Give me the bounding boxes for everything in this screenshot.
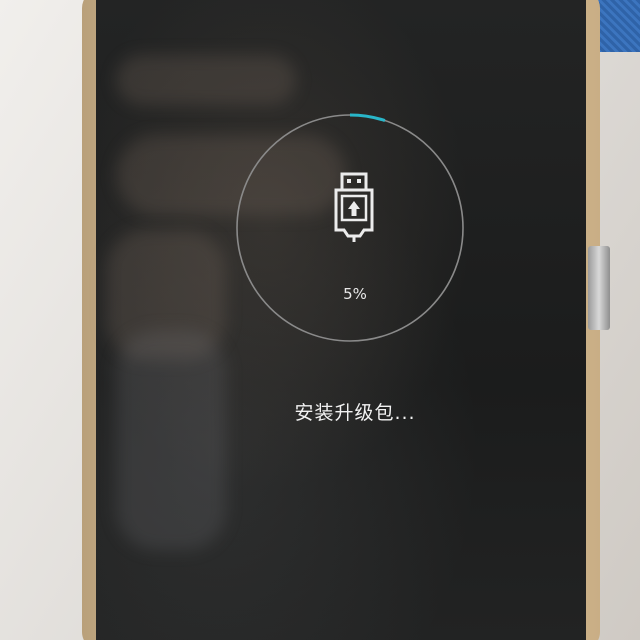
usb-upload-icon	[334, 172, 374, 242]
install-status-text: 安装升级包...	[294, 402, 416, 424]
finger-reflection	[116, 55, 296, 105]
progress-percent-text: 5%	[343, 285, 367, 303]
photo-scene: 5% 安装升级包...	[0, 0, 640, 640]
sim-tray	[588, 246, 610, 330]
hand-reflection	[116, 330, 226, 550]
